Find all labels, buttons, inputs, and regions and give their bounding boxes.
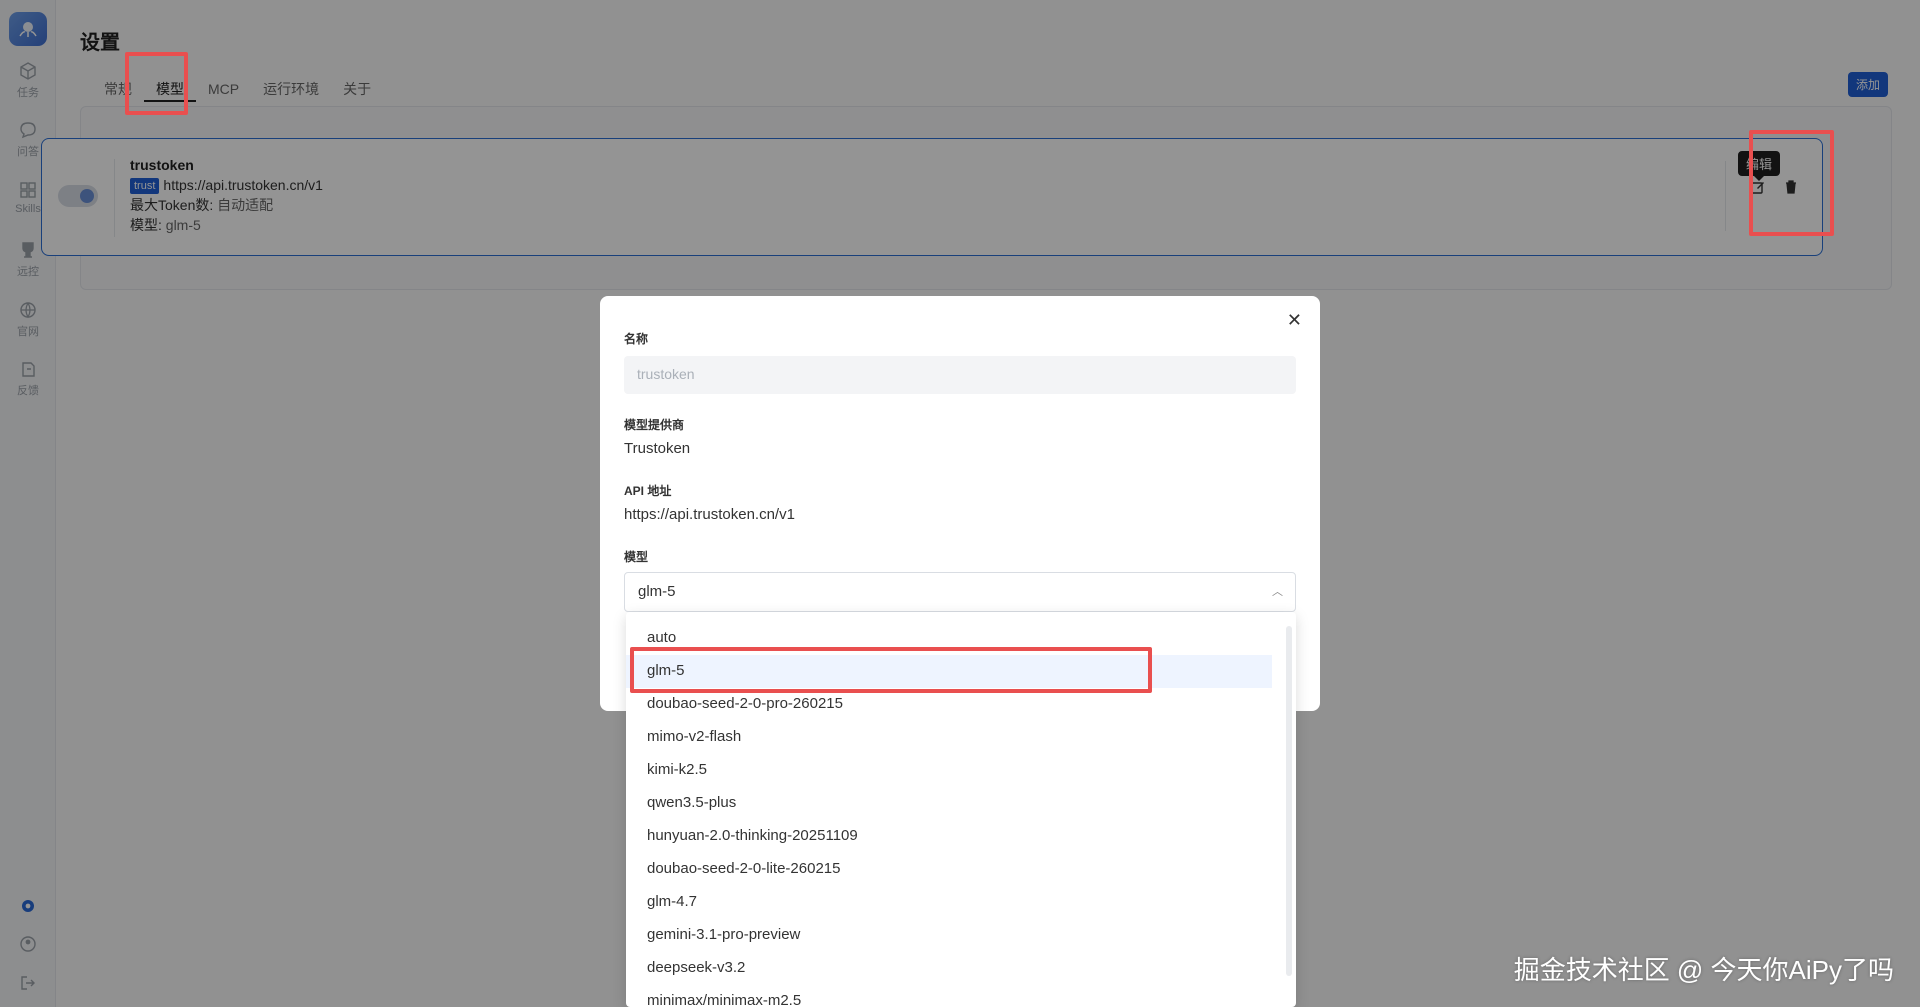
model-select[interactable]: glm-5 ︿ <box>624 572 1296 612</box>
dropdown-option[interactable]: hunyuan-2.0-thinking-20251109 <box>626 820 1272 853</box>
dropdown-option[interactable]: qwen3.5-plus <box>626 787 1272 820</box>
provider-field-label: 模型提供商 <box>624 418 685 432</box>
chevron-up-icon: ︿ <box>1272 586 1283 598</box>
name-field-label: 名称 <box>624 332 649 346</box>
name-field: trustoken <box>624 356 1296 394</box>
api-url-value: https://api.trustoken.cn/v1 <box>624 506 795 523</box>
dropdown-option[interactable]: glm-4.7 <box>626 886 1272 919</box>
highlight-box-edit <box>1749 130 1834 236</box>
dropdown-scrollbar[interactable] <box>1286 626 1292 976</box>
model-field-label: 模型 <box>624 550 649 564</box>
close-icon[interactable]: ✕ <box>1287 310 1302 331</box>
dropdown-option[interactable]: kimi-k2.5 <box>626 754 1272 787</box>
model-select-value: glm-5 <box>638 583 676 600</box>
dropdown-option[interactable]: gemini-3.1-pro-preview <box>626 919 1272 952</box>
dropdown-option[interactable]: minimax/minimax-m2.5 <box>626 985 1272 1007</box>
dropdown-option[interactable]: deepseek-v3.2 <box>626 952 1272 985</box>
highlight-box-option <box>630 647 1152 693</box>
dropdown-option[interactable]: doubao-seed-2-0-lite-260215 <box>626 853 1272 886</box>
highlight-box-tab <box>125 52 188 115</box>
api-field-label: API 地址 <box>624 484 672 498</box>
provider-value: Trustoken <box>624 440 691 457</box>
dropdown-option[interactable]: mimo-v2-flash <box>626 721 1272 754</box>
watermark: 掘金技术社区 @ 今天你AiPy了吗 <box>1513 955 1894 985</box>
